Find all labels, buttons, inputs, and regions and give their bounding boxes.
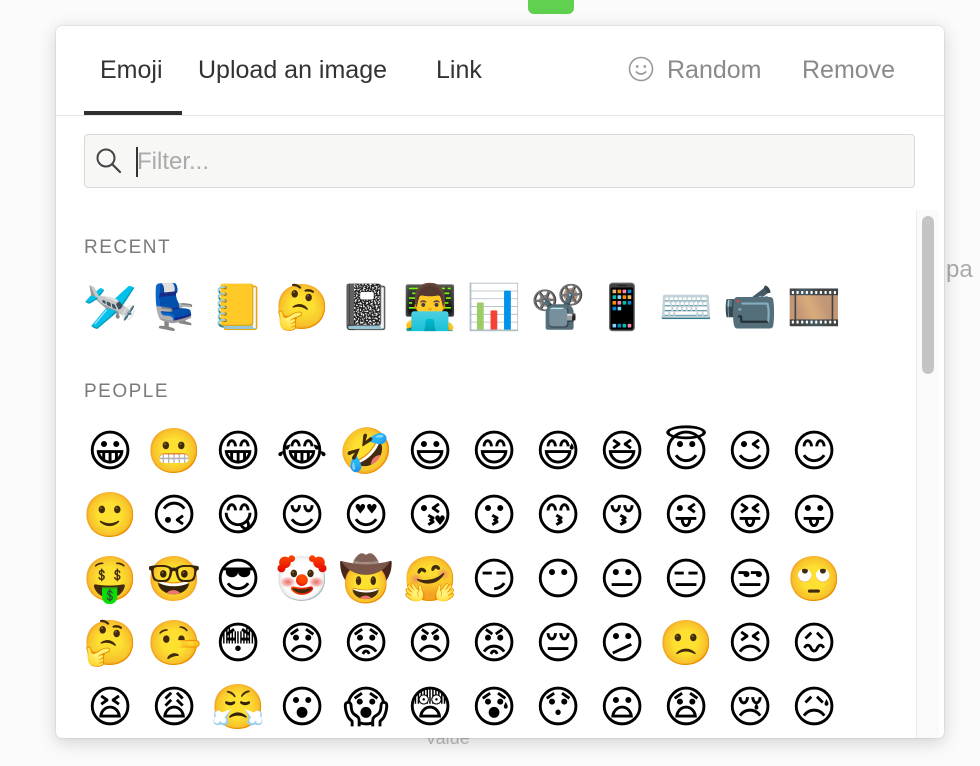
emoji-button[interactable]: 📒 xyxy=(206,276,270,340)
emoji-button[interactable]: 👨‍💻 xyxy=(398,276,462,340)
emoji-button[interactable]: 😧 xyxy=(654,676,718,738)
emoji-button[interactable]: 🙃 xyxy=(142,484,206,548)
emoji-button[interactable]: 😠 xyxy=(398,612,462,676)
emoji-button[interactable]: 😂 xyxy=(270,420,334,484)
emoji-button[interactable]: 📹 xyxy=(718,276,782,340)
smiley-icon[interactable] xyxy=(628,56,654,82)
emoji-button[interactable]: 😟 xyxy=(334,612,398,676)
emoji-button[interactable]: 🤠 xyxy=(334,548,398,612)
emoji-button[interactable]: 🙂 xyxy=(78,484,142,548)
emoji-button[interactable]: 😉 xyxy=(718,420,782,484)
emoji-button[interactable]: 😰 xyxy=(462,676,526,738)
emoji-button[interactable]: 😊 xyxy=(782,420,846,484)
emoji-button[interactable]: 😁 xyxy=(206,420,270,484)
emoji-button[interactable]: 😫 xyxy=(78,676,142,738)
emoji-button[interactable]: 🤣 xyxy=(334,420,398,484)
emoji-button[interactable]: 😦 xyxy=(590,676,654,738)
emoji-button[interactable]: 🤡 xyxy=(270,548,334,612)
emoji-button[interactable]: 🎞️ xyxy=(782,276,846,340)
active-tab-indicator xyxy=(84,111,182,115)
emoji-button[interactable]: 😒 xyxy=(718,548,782,612)
emoji-button[interactable]: 😝 xyxy=(718,484,782,548)
emoji-button[interactable]: 😚 xyxy=(590,484,654,548)
emoji-button[interactable]: 😤 xyxy=(206,676,270,738)
emoji-row: 🤔 🤥 😳 😞 😟 😠 😡 😔 😕 🙁 😣 😖 xyxy=(78,612,846,676)
random-button[interactable]: Random xyxy=(667,56,762,85)
emoji-row: 🛩️ 💺 📒 🤔 📓 👨‍💻 📊 📽️ 📱 ⌨️ 📹 🎞️ xyxy=(78,276,846,340)
emoji-button[interactable]: 🤗 xyxy=(398,548,462,612)
emoji-button[interactable]: 😕 xyxy=(590,612,654,676)
scrollbar[interactable] xyxy=(916,210,939,738)
emoji-button[interactable]: 😇 xyxy=(654,420,718,484)
emoji-button[interactable]: 😘 xyxy=(398,484,462,548)
emoji-button[interactable]: 😍 xyxy=(334,484,398,548)
background-text: pa xyxy=(946,256,973,283)
scrollbar-thumb[interactable] xyxy=(922,216,934,374)
emoji-button[interactable]: 😳 xyxy=(206,612,270,676)
emoji-button[interactable]: 🤓 xyxy=(142,548,206,612)
emoji-button[interactable]: 😑 xyxy=(654,548,718,612)
emoji-button[interactable]: 😢 xyxy=(718,676,782,738)
emoji-button[interactable]: 🤑 xyxy=(78,548,142,612)
emoji-button[interactable]: 😬 xyxy=(142,420,206,484)
emoji-button[interactable]: 😗 xyxy=(462,484,526,548)
emoji-button[interactable]: 💺 xyxy=(142,276,206,340)
emoji-button[interactable]: 😮 xyxy=(270,676,334,738)
emoji-button[interactable]: 😖 xyxy=(782,612,846,676)
emoji-button[interactable]: 😀 xyxy=(78,420,142,484)
emoji-button[interactable]: 📱 xyxy=(590,276,654,340)
emoji-button[interactable]: 🙁 xyxy=(654,612,718,676)
emoji-button[interactable]: 😌 xyxy=(270,484,334,548)
emoji-button[interactable]: 🛩️ xyxy=(78,276,142,340)
emoji-button[interactable]: 🤥 xyxy=(142,612,206,676)
emoji-row: 🙂 🙃 😋 😌 😍 😘 😗 😙 😚 😜 😝 😛 xyxy=(78,484,846,548)
emoji-picker-popover: Emoji Upload an image Link Random Remove… xyxy=(56,26,944,738)
emoji-button[interactable]: 😡 xyxy=(462,612,526,676)
emoji-button[interactable]: 😐 xyxy=(590,548,654,612)
emoji-button[interactable]: 😞 xyxy=(270,612,334,676)
emoji-button[interactable]: 😛 xyxy=(782,484,846,548)
emoji-button[interactable]: 😙 xyxy=(526,484,590,548)
background-green-element xyxy=(528,0,574,14)
remove-button[interactable]: Remove xyxy=(802,56,895,85)
tab-upload-image[interactable]: Upload an image xyxy=(198,56,387,85)
emoji-button[interactable]: 😣 xyxy=(718,612,782,676)
emoji-button[interactable]: 😋 xyxy=(206,484,270,548)
emoji-button[interactable]: 😶 xyxy=(526,548,590,612)
emoji-button[interactable]: ⌨️ xyxy=(654,276,718,340)
emoji-button[interactable]: 😄 xyxy=(462,420,526,484)
emoji-row: 😫 😩 😤 😮 😱 😨 😰 😯 😦 😧 😢 😥 xyxy=(78,676,846,738)
section-title-recent: RECENT xyxy=(84,237,172,258)
emoji-button[interactable]: 📊 xyxy=(462,276,526,340)
filter-search-box[interactable] xyxy=(84,134,915,188)
emoji-button[interactable]: 😜 xyxy=(654,484,718,548)
emoji-button[interactable]: 😎 xyxy=(206,548,270,612)
emoji-button[interactable]: 😅 xyxy=(526,420,590,484)
emoji-button[interactable]: 😥 xyxy=(782,676,846,738)
emoji-button[interactable]: 😃 xyxy=(398,420,462,484)
emoji-button[interactable]: 😏 xyxy=(462,548,526,612)
emoji-row: 🤑 🤓 😎 🤡 🤠 🤗 😏 😶 😐 😑 😒 🙄 xyxy=(78,548,846,612)
filter-input[interactable] xyxy=(135,143,899,181)
tab-emoji[interactable]: Emoji xyxy=(100,56,163,85)
section-title-people: PEOPLE xyxy=(84,381,170,402)
emoji-button[interactable]: 😱 xyxy=(334,676,398,738)
emoji-button[interactable]: 😔 xyxy=(526,612,590,676)
emoji-button[interactable]: 🤔 xyxy=(270,276,334,340)
tab-link[interactable]: Link xyxy=(436,56,482,85)
emoji-button[interactable]: 😆 xyxy=(590,420,654,484)
search-icon xyxy=(96,148,122,174)
emoji-button[interactable]: 😩 xyxy=(142,676,206,738)
emoji-button[interactable]: 😨 xyxy=(398,676,462,738)
emoji-button[interactable]: 🙄 xyxy=(782,548,846,612)
emoji-button[interactable]: 📽️ xyxy=(526,276,590,340)
emoji-button[interactable]: 🤔 xyxy=(78,612,142,676)
emoji-button[interactable]: 😯 xyxy=(526,676,590,738)
emoji-row: 😀 😬 😁 😂 🤣 😃 😄 😅 😆 😇 😉 😊 xyxy=(78,420,846,484)
tab-bar: Emoji Upload an image Link Random Remove xyxy=(56,26,944,116)
emoji-button[interactable]: 📓 xyxy=(334,276,398,340)
